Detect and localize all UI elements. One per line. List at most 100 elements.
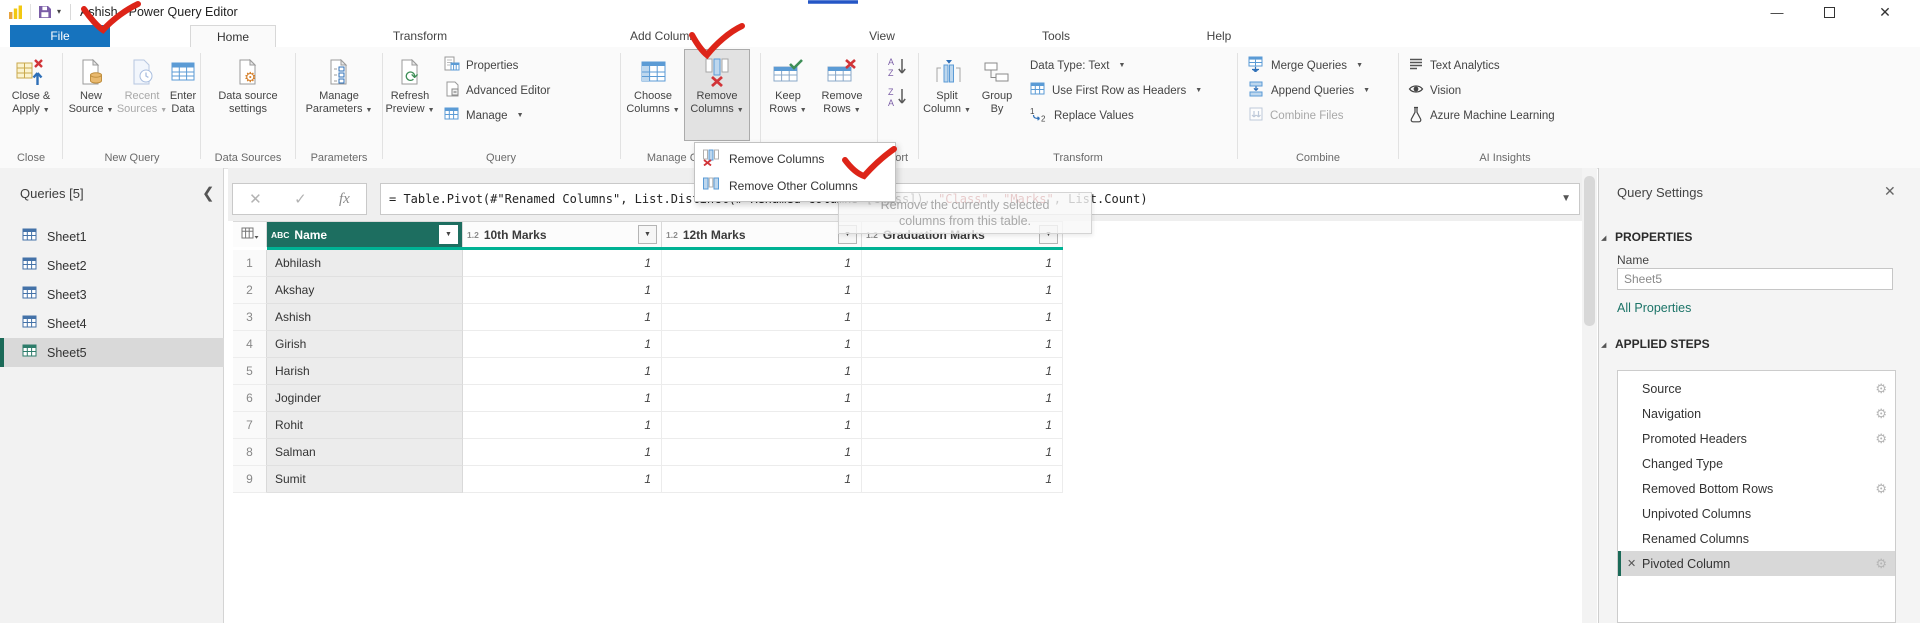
row-number[interactable]: 2 bbox=[233, 277, 267, 304]
cell-value[interactable]: 1 bbox=[463, 331, 662, 358]
collapse-queries-pane-icon[interactable]: ❮ bbox=[202, 184, 215, 202]
tab-add-column[interactable]: Add Column bbox=[608, 25, 718, 47]
grid-scrollbar-thumb[interactable] bbox=[1584, 176, 1595, 326]
cell-value[interactable]: 1 bbox=[862, 277, 1063, 304]
combine-files-button[interactable]: Combine Files bbox=[1248, 103, 1370, 128]
append-queries-button[interactable]: Append Queries ▼ bbox=[1248, 78, 1370, 103]
filter-icon[interactable]: ▼ bbox=[638, 225, 657, 244]
row-number[interactable]: 5 bbox=[233, 358, 267, 385]
row-number[interactable]: 3 bbox=[233, 304, 267, 331]
menu-item-remove-other-columns[interactable]: Remove Other Columns bbox=[695, 172, 895, 199]
save-icon[interactable] bbox=[38, 5, 52, 22]
cell-name[interactable]: Harish bbox=[267, 358, 463, 385]
step-unpivoted-columns[interactable]: Unpivoted Columns bbox=[1618, 501, 1895, 526]
replace-values-button[interactable]: 12 Replace Values bbox=[1030, 103, 1202, 128]
filter-icon[interactable]: ▼ bbox=[439, 225, 458, 244]
gear-icon[interactable]: ⚙ bbox=[1875, 556, 1887, 572]
maximize-button[interactable] bbox=[1806, 0, 1852, 25]
sort-ascending-button[interactable]: AZ bbox=[887, 55, 909, 81]
step-removed-bottom-rows[interactable]: Removed Bottom Rows⚙ bbox=[1618, 476, 1895, 501]
cell-value[interactable]: 1 bbox=[862, 358, 1063, 385]
row-number[interactable]: 6 bbox=[233, 385, 267, 412]
cell-value[interactable]: 1 bbox=[862, 304, 1063, 331]
azure-machine-learning-button[interactable]: Azure Machine Learning bbox=[1408, 103, 1555, 128]
tab-transform[interactable]: Transform bbox=[372, 25, 468, 47]
data-source-settings-button[interactable]: ⚙ Data source settings bbox=[204, 49, 292, 141]
quick-access-caret-icon[interactable]: ▾ bbox=[57, 7, 61, 16]
gear-icon[interactable]: ⚙ bbox=[1875, 381, 1887, 397]
query-item-sheet3[interactable]: Sheet3 bbox=[0, 280, 224, 309]
tab-home[interactable]: Home bbox=[190, 25, 276, 48]
cell-value[interactable]: 1 bbox=[862, 385, 1063, 412]
close-button[interactable]: ✕ bbox=[1862, 0, 1908, 25]
refresh-preview-button[interactable]: ⟳ Refresh Preview▼ bbox=[384, 49, 436, 141]
column-header-10th-marks[interactable]: 1.2 10th Marks ▼ bbox=[463, 221, 662, 247]
gear-icon[interactable]: ⚙ bbox=[1875, 406, 1887, 422]
cell-value[interactable]: 1 bbox=[662, 250, 862, 277]
column-header-12th-marks[interactable]: 1.2 12th Marks ▼ bbox=[662, 221, 862, 247]
cell-value[interactable]: 1 bbox=[463, 466, 662, 493]
step-promoted-headers[interactable]: Promoted Headers⚙ bbox=[1618, 426, 1895, 451]
cell-value[interactable]: 1 bbox=[862, 439, 1063, 466]
cell-value[interactable]: 1 bbox=[862, 412, 1063, 439]
use-first-row-as-headers-button[interactable]: Use First Row as Headers ▼ bbox=[1030, 78, 1202, 103]
cell-value[interactable]: 1 bbox=[463, 250, 662, 277]
close-and-apply-button[interactable]: Close & Apply▼ bbox=[12, 49, 51, 141]
merge-queries-button[interactable]: Merge Queries ▼ bbox=[1248, 53, 1370, 78]
cell-value[interactable]: 1 bbox=[662, 412, 862, 439]
tab-help[interactable]: Help bbox=[1190, 25, 1248, 47]
cell-value[interactable]: 1 bbox=[463, 439, 662, 466]
remove-rows-button[interactable]: Remove Rows▼ bbox=[814, 49, 870, 141]
cell-value[interactable]: 1 bbox=[463, 358, 662, 385]
vision-button[interactable]: Vision bbox=[1408, 78, 1555, 103]
tab-tools[interactable]: Tools bbox=[1025, 25, 1087, 47]
tab-view[interactable]: View bbox=[852, 25, 912, 47]
text-analytics-button[interactable]: Text Analytics bbox=[1408, 53, 1555, 78]
cell-value[interactable]: 1 bbox=[662, 466, 862, 493]
split-column-button[interactable]: Split Column▼ bbox=[920, 49, 974, 141]
cell-name[interactable]: Girish bbox=[267, 331, 463, 358]
manage-parameters-button[interactable]: Manage Parameters▼ bbox=[299, 49, 379, 141]
row-number[interactable]: 7 bbox=[233, 412, 267, 439]
step-changed-type[interactable]: Changed Type bbox=[1618, 451, 1895, 476]
fx-icon[interactable]: fx bbox=[339, 191, 350, 208]
query-name-input[interactable] bbox=[1617, 268, 1893, 290]
gear-icon[interactable]: ⚙ bbox=[1875, 481, 1887, 497]
cell-name[interactable]: Abhilash bbox=[267, 250, 463, 277]
properties-button[interactable]: Properties bbox=[444, 53, 550, 78]
recent-sources-button[interactable]: Recent Sources▼ bbox=[116, 49, 168, 141]
step-pivoted-column-selected[interactable]: ✕ Pivoted Column⚙ bbox=[1618, 551, 1895, 576]
data-type-button[interactable]: Data Type: Text ▼ bbox=[1030, 53, 1202, 78]
manage-button[interactable]: Manage ▼ bbox=[444, 103, 550, 128]
cell-name[interactable]: Salman bbox=[267, 439, 463, 466]
choose-columns-button[interactable]: Choose Columns▼ bbox=[622, 49, 684, 141]
cell-value[interactable]: 1 bbox=[662, 358, 862, 385]
column-header-name[interactable]: ABC Name ▼ bbox=[267, 221, 463, 247]
enter-data-button[interactable]: Enter Data bbox=[168, 49, 198, 141]
cell-value[interactable]: 1 bbox=[662, 331, 862, 358]
cell-name[interactable]: Rohit bbox=[267, 412, 463, 439]
step-navigation[interactable]: Navigation⚙ bbox=[1618, 401, 1895, 426]
new-source-button[interactable]: New Source▼ bbox=[66, 49, 116, 141]
collapse-section-icon[interactable]: ◢ bbox=[1601, 341, 1606, 349]
group-by-button[interactable]: Group By bbox=[974, 49, 1020, 141]
all-properties-link[interactable]: All Properties bbox=[1617, 301, 1691, 315]
collapse-section-icon[interactable]: ◢ bbox=[1601, 234, 1606, 242]
cell-name[interactable]: Joginder bbox=[267, 385, 463, 412]
gear-icon[interactable]: ⚙ bbox=[1875, 431, 1887, 447]
row-number[interactable]: 9 bbox=[233, 466, 267, 493]
cell-value[interactable]: 1 bbox=[463, 277, 662, 304]
minimize-button[interactable]: — bbox=[1754, 0, 1800, 25]
query-item-sheet2[interactable]: Sheet2 bbox=[0, 251, 224, 280]
cell-name[interactable]: Ashish bbox=[267, 304, 463, 331]
cell-value[interactable]: 1 bbox=[463, 412, 662, 439]
cell-name[interactable]: Sumit bbox=[267, 466, 463, 493]
step-source[interactable]: Source⚙ bbox=[1618, 376, 1895, 401]
cell-value[interactable]: 1 bbox=[862, 250, 1063, 277]
cell-value[interactable]: 1 bbox=[662, 277, 862, 304]
sort-descending-button[interactable]: ZA bbox=[887, 85, 909, 111]
commit-formula-icon[interactable]: ✓ bbox=[294, 190, 307, 208]
cell-value[interactable]: 1 bbox=[862, 331, 1063, 358]
advanced-editor-button[interactable]: Advanced Editor bbox=[444, 78, 550, 103]
cell-value[interactable]: 1 bbox=[662, 439, 862, 466]
